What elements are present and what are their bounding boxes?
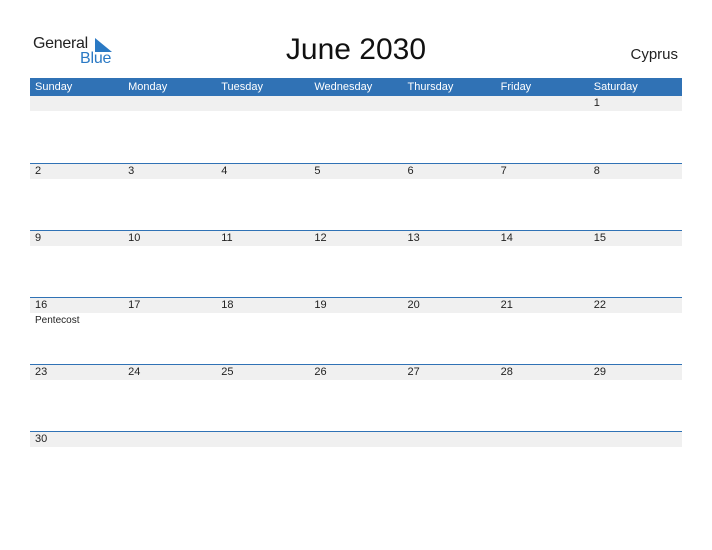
day-number: 18 (221, 299, 234, 311)
day-number: 30 (35, 433, 48, 445)
empty-cell (309, 96, 403, 111)
day-cell[interactable]: 16 Pentecost (30, 298, 124, 326)
week-row: 23 24 25 26 27 28 29 (30, 364, 682, 431)
day-cell[interactable]: 10 (123, 231, 217, 246)
day-cell[interactable]: 4 (216, 164, 310, 179)
day-number: 23 (35, 366, 48, 378)
day-cell[interactable]: 22 (588, 298, 682, 313)
week-row: 9 10 11 12 13 14 15 (30, 230, 682, 297)
empty-cell (402, 432, 496, 447)
week-row: 2 3 4 5 6 7 8 (30, 163, 682, 230)
day-number: 4 (221, 165, 228, 177)
calendar-title: June 2030 (285, 33, 427, 66)
day-cell[interactable]: 29 (588, 365, 682, 380)
day-cell[interactable]: 12 (309, 231, 403, 246)
day-number: 3 (128, 165, 135, 177)
day-number: 26 (314, 366, 327, 378)
day-cell[interactable]: 9 (30, 231, 124, 246)
day-number: 21 (500, 299, 513, 311)
empty-cell (123, 96, 217, 111)
day-number: 28 (500, 366, 513, 378)
empty-cell (495, 432, 589, 447)
day-cell[interactable]: 28 (495, 365, 589, 380)
day-number: 7 (500, 165, 507, 177)
weekday-sunday: Sunday (35, 81, 73, 93)
empty-cell (588, 432, 682, 447)
weekday-saturday: Saturday (593, 81, 638, 93)
day-number: 13 (407, 232, 420, 244)
day-number: 24 (128, 366, 141, 378)
day-number: 22 (593, 299, 606, 311)
day-cell[interactable]: 6 (402, 164, 496, 179)
day-number: 11 (221, 232, 233, 244)
empty-cell (30, 96, 124, 111)
empty-cell (402, 96, 496, 111)
day-number: 15 (593, 232, 606, 244)
day-cell[interactable]: 21 (495, 298, 589, 313)
weekday-monday: Monday (128, 81, 168, 93)
country-label: Cyprus (630, 46, 678, 63)
week-row: 1 (30, 96, 682, 163)
day-number: 5 (314, 165, 321, 177)
day-cell[interactable]: 8 (588, 164, 682, 179)
day-number: 27 (407, 366, 420, 378)
empty-cell (309, 432, 403, 447)
day-cell[interactable]: 15 (588, 231, 682, 246)
weeks-container: 1 2 3 4 5 6 7 8 9 10 11 12 13 14 15 16 Pentecost 17 18 19 20… (30, 96, 682, 498)
day-number: 14 (500, 232, 513, 244)
empty-cell (123, 432, 217, 447)
day-number: 29 (593, 366, 606, 378)
day-cell[interactable]: 20 (402, 298, 496, 313)
day-cell[interactable]: 25 (216, 365, 310, 380)
calendar-grid: Sunday Monday Tuesday Wednesday Thursday… (30, 78, 682, 498)
day-cell[interactable]: 17 (123, 298, 217, 313)
day-cell[interactable]: 14 (495, 231, 589, 246)
weekday-tuesday: Tuesday (221, 81, 264, 93)
day-number: 2 (35, 165, 42, 177)
weekday-header: Sunday Monday Tuesday Wednesday Thursday… (30, 78, 682, 96)
day-number: 10 (128, 232, 141, 244)
day-number: 20 (407, 299, 420, 311)
day-cell[interactable]: 23 (30, 365, 124, 380)
day-number: 16 (35, 299, 48, 311)
day-number: 19 (314, 299, 327, 311)
holiday-label: Pentecost (35, 315, 80, 326)
day-number: 8 (593, 165, 600, 177)
day-number: 9 (35, 232, 42, 244)
empty-cell (216, 96, 310, 111)
day-cell[interactable]: 3 (123, 164, 217, 179)
day-number: 12 (314, 232, 327, 244)
empty-cell (216, 432, 310, 447)
day-cell[interactable]: 5 (309, 164, 403, 179)
day-number: 6 (407, 165, 414, 177)
weekday-friday: Friday (500, 81, 532, 93)
day-cell[interactable]: 13 (402, 231, 496, 246)
day-cell[interactable]: 27 (402, 365, 496, 380)
weekday-wednesday: Wednesday (314, 81, 373, 93)
day-cell[interactable]: 7 (495, 164, 589, 179)
day-cell[interactable]: 19 (309, 298, 403, 313)
day-cell[interactable]: 30 (30, 432, 124, 447)
day-cell[interactable]: 26 (309, 365, 403, 380)
day-cell[interactable]: 11 (216, 231, 310, 246)
day-cell[interactable]: 1 (588, 96, 682, 111)
day-number: 17 (128, 299, 141, 311)
day-cell[interactable]: 24 (123, 365, 217, 380)
day-cell[interactable]: 18 (216, 298, 310, 313)
day-cell[interactable]: 2 (30, 164, 124, 179)
day-number: 25 (221, 366, 234, 378)
week-row: 30 (30, 431, 682, 498)
weekday-thursday: Thursday (407, 81, 454, 93)
day-number: 1 (593, 97, 600, 109)
week-row: 16 Pentecost 17 18 19 20 21 22 (30, 297, 682, 364)
empty-cell (495, 96, 589, 111)
